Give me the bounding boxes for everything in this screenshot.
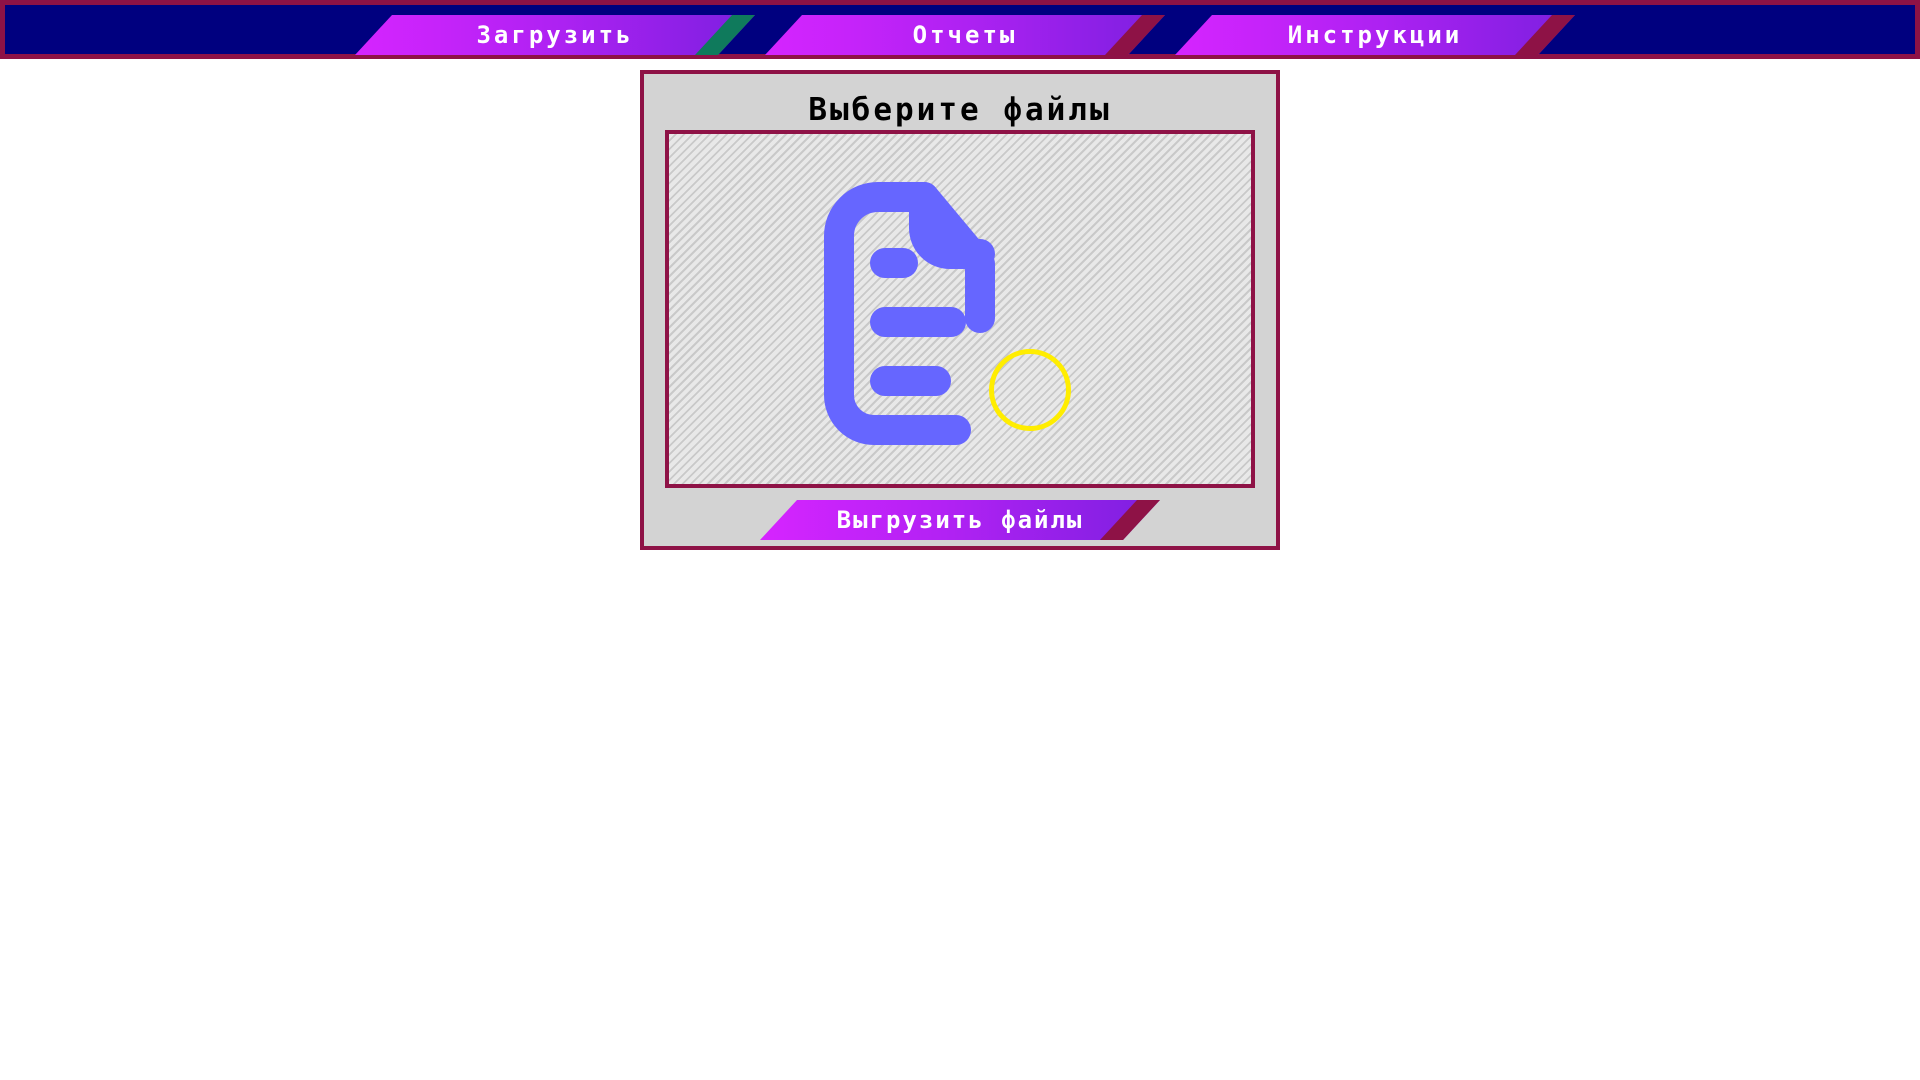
- nav-reports-label: Отчеты: [912, 21, 1018, 49]
- upload-files-button[interactable]: Выгрузить файлы: [760, 500, 1160, 540]
- nav-instructions-label: Инструкции: [1287, 21, 1463, 49]
- nav-instructions-button[interactable]: Инструкции: [1175, 15, 1575, 55]
- nav-upload-button[interactable]: Загрузить: [355, 15, 755, 55]
- upload-panel-title: Выберите файлы: [808, 92, 1112, 128]
- mouse-cursor-indicator: [989, 349, 1071, 431]
- nav-upload-label: Загрузить: [476, 21, 634, 49]
- file-drop-zone[interactable]: [665, 130, 1255, 488]
- upload-files-label: Выгрузить файлы: [836, 506, 1084, 534]
- upload-panel: Выберите файлы Выгрузить файлы: [640, 70, 1280, 550]
- top-navigation-bar: Загрузить Отчеты Инструкции: [0, 0, 1920, 59]
- nav-reports-button[interactable]: Отчеты: [765, 15, 1165, 55]
